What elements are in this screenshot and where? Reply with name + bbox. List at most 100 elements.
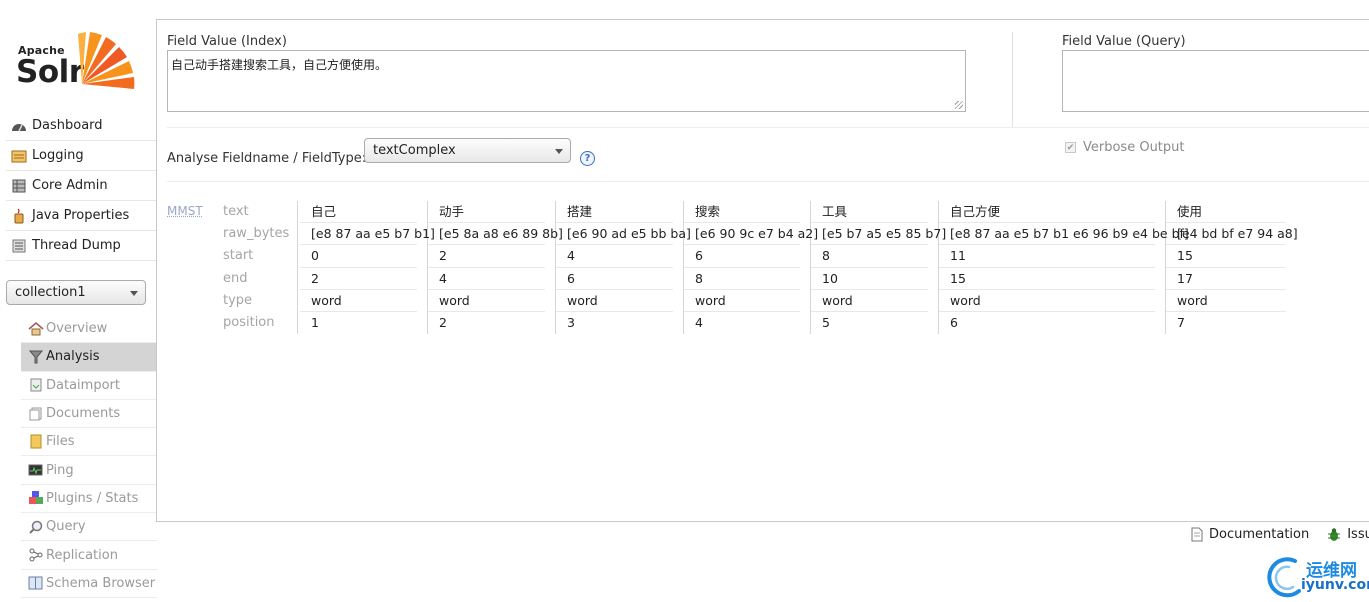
- core-nav-label: Files: [46, 434, 75, 449]
- token-column[interactable]: 工具 [e5 b7 a5 e5 85 b7] 8 10 word 5: [811, 201, 939, 334]
- token-start: 6: [684, 245, 800, 267]
- watermark-en-text: iyunv.com: [1301, 577, 1369, 593]
- token-position: 7: [1166, 312, 1286, 334]
- funnel-icon: [27, 349, 44, 365]
- token-text: 搜索: [684, 201, 800, 223]
- token-position: 3: [556, 312, 673, 334]
- core-nav-item-query[interactable]: Query: [21, 513, 157, 541]
- token-type: word: [556, 290, 673, 312]
- token-column[interactable]: 动手 [e5 8a a8 e6 89 8b] 2 4 word 2: [428, 201, 556, 334]
- token-text: 使用: [1166, 201, 1286, 223]
- token-end: 17: [1166, 268, 1286, 290]
- token-type: word: [811, 290, 928, 312]
- resize-handle-icon[interactable]: [955, 101, 963, 109]
- solr-logo[interactable]: Apache Solr: [16, 28, 138, 92]
- token-type: word: [939, 290, 1155, 312]
- token-raw-bytes: [e8 87 aa e5 b7 b1]: [300, 223, 417, 245]
- index-field-input[interactable]: 自己动手搭建搜索工具，自己方便使用。: [167, 50, 966, 112]
- token-column[interactable]: 搭建 [e6 90 ad e5 bb ba] 4 6 word 3: [556, 201, 684, 334]
- core-nav-label: Query: [46, 519, 86, 534]
- core-nav-item-files[interactable]: Files: [21, 428, 157, 456]
- nav-item-label: Thread Dump: [32, 238, 121, 253]
- token-raw-bytes: [e5 8a a8 e6 89 8b]: [428, 223, 545, 245]
- query-field-label: Field Value (Query): [1062, 34, 1186, 49]
- token-text: 自己: [300, 201, 417, 223]
- chevron-down-icon: [555, 149, 563, 154]
- query-field-input[interactable]: [1062, 50, 1369, 112]
- token-type: word: [1166, 290, 1286, 312]
- nav-item-label: Core Admin: [32, 178, 108, 193]
- core-nav-item-analysis[interactable]: Analysis: [21, 343, 157, 371]
- row-label-type: type: [212, 290, 297, 312]
- token-attribute-labels: text raw_bytes start end type position: [212, 201, 298, 334]
- core-nav-item-overview[interactable]: Overview: [21, 315, 157, 343]
- token-text: 动手: [428, 201, 545, 223]
- bug-icon: [1327, 527, 1341, 542]
- token-start: 0: [300, 245, 417, 267]
- core-nav-item-plugins-stats[interactable]: Plugins / Stats: [21, 485, 157, 513]
- fieldtype-label: Analyse Fieldname / FieldType:: [167, 151, 366, 166]
- token-position: 2: [428, 312, 545, 334]
- token-start: 11: [939, 245, 1155, 267]
- verbose-checkbox[interactable]: ✔: [1065, 142, 1076, 153]
- fieldtype-value: textComplex: [373, 143, 456, 158]
- chevron-down-icon: [130, 291, 138, 296]
- row-label-text: text: [212, 201, 297, 223]
- help-icon[interactable]: ?: [580, 151, 595, 166]
- token-position: 6: [939, 312, 1155, 334]
- token-text: 自己方便: [939, 201, 1155, 223]
- token-column[interactable]: 搜索 [e6 90 9c e7 b4 a2] 6 8 word 4: [684, 201, 811, 334]
- watermark-swoosh-icon: [1265, 555, 1305, 601]
- nav-item-java-properties[interactable]: Java Properties: [6, 201, 157, 231]
- core-nav-label: Dataimport: [46, 378, 120, 393]
- fieldtype-select[interactable]: textComplex: [364, 138, 571, 163]
- document-icon: [1191, 527, 1203, 542]
- java-icon: [10, 208, 28, 224]
- analyzer-component-link[interactable]: MMST: [167, 204, 203, 218]
- token-start: 2: [428, 245, 545, 267]
- nav-item-label: Java Properties: [32, 208, 129, 223]
- token-column[interactable]: 自己 [e8 87 aa e5 b7 b1] 0 2 word 1: [300, 201, 428, 334]
- dataimport-icon: [27, 377, 44, 393]
- index-field-label: Field Value (Index): [167, 34, 287, 49]
- core-selector-value: collection1: [15, 285, 86, 300]
- logo-solr-text: Solr: [16, 54, 84, 90]
- core-nav-item-ping[interactable]: Ping: [21, 456, 157, 484]
- core-nav-label: Ping: [46, 463, 74, 478]
- token-column[interactable]: 使用 [e4 bd bf e7 94 a8] 15 17 word 7: [1166, 201, 1296, 334]
- token-text: 工具: [811, 201, 928, 223]
- verbose-output-toggle[interactable]: ✔ Verbose Output: [1065, 140, 1185, 155]
- token-text: 搭建: [556, 201, 673, 223]
- issues-label: Issu: [1347, 527, 1369, 542]
- nav-item-label: Logging: [32, 148, 84, 163]
- token-raw-bytes: [e8 87 aa e5 b7 b1 e6 96 b9 e4 be bf]: [939, 223, 1155, 245]
- core-selector[interactable]: collection1: [6, 280, 146, 305]
- divider: [167, 181, 1369, 182]
- thread-dump-icon: [10, 238, 28, 254]
- core-nav-label: Schema Browser: [46, 576, 155, 591]
- token-column[interactable]: 自己方便 [e8 87 aa e5 b7 b1 e6 96 b9 e4 be b…: [939, 201, 1166, 334]
- core-nav-item-replication[interactable]: Replication: [21, 541, 157, 569]
- documentation-link[interactable]: Documentation: [1191, 527, 1309, 542]
- nav-item-dashboard[interactable]: Dashboard: [6, 111, 157, 141]
- nav-item-logging[interactable]: Logging: [6, 141, 157, 171]
- nav-item-thread-dump[interactable]: Thread Dump: [6, 231, 157, 261]
- token-start: 15: [1166, 245, 1286, 267]
- core-nav-label: Documents: [46, 406, 120, 421]
- footer: Documentation Issu: [1191, 527, 1369, 542]
- issues-link[interactable]: Issu: [1327, 527, 1369, 542]
- nav-item-label: Dashboard: [32, 118, 103, 133]
- solr-sunburst-icon: [76, 28, 138, 90]
- nav-item-core-admin[interactable]: Core Admin: [6, 171, 157, 201]
- row-label-end: end: [212, 268, 297, 290]
- plugins-icon: [27, 490, 44, 506]
- core-nav-item-dataimport[interactable]: Dataimport: [21, 372, 157, 400]
- main-nav: Dashboard Logging Core Admin Java Proper…: [6, 111, 157, 261]
- token-position: 4: [684, 312, 800, 334]
- row-label-position: position: [212, 312, 297, 334]
- core-nav-label: Replication: [46, 548, 118, 563]
- token-end: 8: [684, 268, 800, 290]
- core-nav-item-documents[interactable]: Documents: [21, 400, 157, 428]
- verbose-label: Verbose Output: [1083, 140, 1185, 155]
- core-nav-item-schema-browser[interactable]: Schema Browser: [21, 570, 157, 598]
